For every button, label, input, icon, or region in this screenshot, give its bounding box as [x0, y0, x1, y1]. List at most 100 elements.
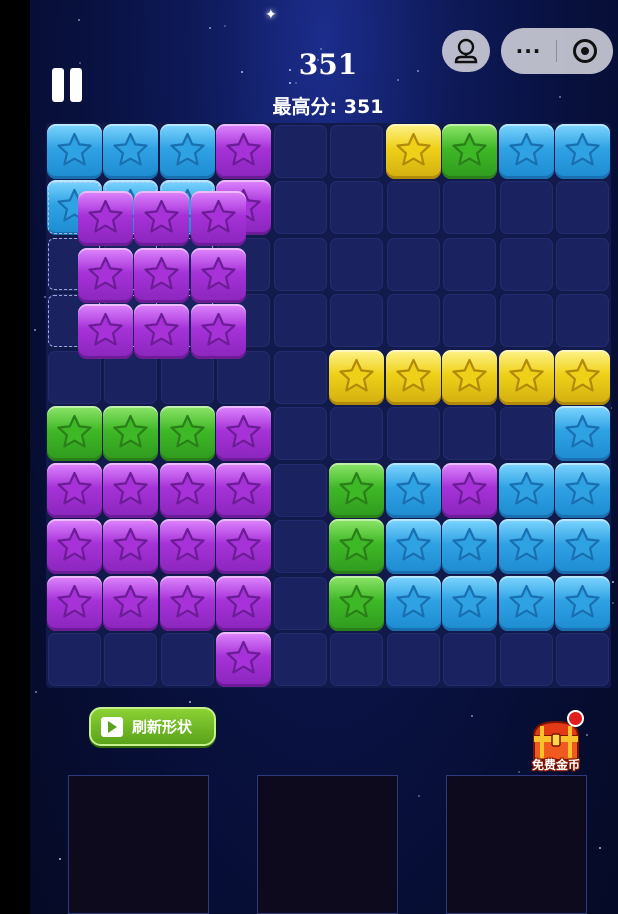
block-blue[interactable]: [555, 123, 610, 179]
board-cell-empty[interactable]: [273, 124, 327, 178]
board-cell-empty[interactable]: [273, 350, 327, 404]
block-blue[interactable]: [498, 575, 554, 631]
board-cell-empty[interactable]: [386, 294, 440, 347]
board-cell-empty[interactable]: [443, 237, 496, 291]
more-dots-icon[interactable]: ···: [501, 28, 556, 74]
block-purple[interactable]: [216, 575, 271, 631]
game-board[interactable]: [46, 123, 611, 688]
dragging-piece-block[interactable]: [77, 247, 133, 303]
pause-icon[interactable]: [52, 68, 84, 104]
board-cell-empty[interactable]: [556, 294, 609, 347]
dragging-piece-block[interactable]: [134, 304, 189, 359]
dragging-piece-block[interactable]: [190, 304, 246, 359]
block-yellow[interactable]: [498, 349, 554, 405]
dragging-piece-block[interactable]: [134, 191, 189, 246]
dragging-piece-block[interactable]: [77, 304, 133, 359]
board-cell-empty[interactable]: [273, 520, 327, 573]
block-purple[interactable]: [442, 462, 497, 518]
board-cell-empty[interactable]: [556, 237, 609, 291]
gamepad-button[interactable]: [442, 30, 490, 72]
block-green[interactable]: [329, 575, 384, 631]
block-purple[interactable]: [159, 462, 215, 518]
board-cell-empty[interactable]: [386, 407, 440, 460]
block-blue[interactable]: [159, 123, 215, 179]
board-cell-empty[interactable]: [443, 294, 496, 347]
board-cell-empty[interactable]: [556, 633, 609, 686]
block-purple[interactable]: [216, 632, 271, 687]
board-cell-empty[interactable]: [386, 181, 440, 234]
board-cell-empty[interactable]: [499, 294, 553, 347]
block-green[interactable]: [329, 462, 384, 518]
block-blue[interactable]: [555, 575, 610, 631]
board-cell-empty[interactable]: [443, 181, 496, 234]
board-cell-empty[interactable]: [273, 294, 327, 347]
block-green[interactable]: [329, 519, 384, 574]
piece-slot-3[interactable]: [446, 775, 587, 914]
block-green[interactable]: [159, 406, 215, 461]
refresh-shape-button[interactable]: 刷新形状: [89, 707, 216, 746]
board-cell-empty[interactable]: [330, 237, 383, 291]
board-cell-empty[interactable]: [443, 633, 496, 686]
board-cell-empty[interactable]: [499, 633, 553, 686]
block-purple[interactable]: [216, 462, 271, 518]
close-button[interactable]: [557, 28, 613, 74]
board-cell-empty[interactable]: [330, 124, 383, 178]
board-cell-empty[interactable]: [330, 633, 383, 686]
board-cell-empty[interactable]: [499, 237, 553, 291]
block-blue[interactable]: [46, 123, 102, 179]
block-purple[interactable]: [46, 462, 102, 518]
piece-slot-2[interactable]: [257, 775, 398, 914]
block-blue[interactable]: [498, 462, 554, 518]
board-cell-empty[interactable]: [47, 633, 101, 686]
board-cell-empty[interactable]: [273, 633, 327, 686]
block-purple[interactable]: [216, 406, 271, 461]
block-purple[interactable]: [103, 575, 158, 631]
block-green[interactable]: [46, 406, 102, 461]
board-cell-empty[interactable]: [443, 407, 496, 460]
block-blue[interactable]: [442, 519, 497, 574]
dragging-piece-block[interactable]: [190, 191, 246, 246]
block-green[interactable]: [442, 123, 497, 179]
block-purple[interactable]: [46, 575, 102, 631]
block-blue[interactable]: [385, 575, 441, 631]
block-blue[interactable]: [555, 406, 610, 461]
block-yellow[interactable]: [442, 349, 497, 405]
block-yellow[interactable]: [555, 349, 610, 405]
block-purple[interactable]: [216, 123, 271, 179]
block-purple[interactable]: [46, 519, 102, 574]
block-purple[interactable]: [159, 519, 215, 574]
block-yellow[interactable]: [385, 123, 441, 179]
board-cell-empty[interactable]: [273, 576, 327, 630]
block-blue[interactable]: [498, 123, 554, 179]
block-blue[interactable]: [385, 462, 441, 518]
block-blue[interactable]: [385, 519, 441, 574]
block-blue[interactable]: [103, 123, 158, 179]
board-cell-empty[interactable]: [386, 633, 440, 686]
board-cell-empty[interactable]: [273, 407, 327, 460]
board-cell-empty[interactable]: [160, 633, 214, 686]
block-purple[interactable]: [159, 575, 215, 631]
board-cell-empty[interactable]: [499, 181, 553, 234]
block-green[interactable]: [103, 406, 158, 461]
dragging-piece-block[interactable]: [134, 247, 189, 303]
board-cell-empty[interactable]: [386, 237, 440, 291]
block-blue[interactable]: [555, 462, 610, 518]
board-cell-empty[interactable]: [273, 237, 327, 291]
block-purple[interactable]: [103, 519, 158, 574]
board-cell-empty[interactable]: [273, 463, 327, 517]
block-blue[interactable]: [498, 519, 554, 574]
block-purple[interactable]: [216, 519, 271, 574]
piece-slot-1[interactable]: [68, 775, 209, 914]
board-cell-empty[interactable]: [330, 407, 383, 460]
block-yellow[interactable]: [385, 349, 441, 405]
board-cell-empty[interactable]: [104, 633, 157, 686]
block-blue[interactable]: [442, 575, 497, 631]
dragging-piece-block[interactable]: [77, 191, 133, 246]
board-cell-empty[interactable]: [330, 181, 383, 234]
board-cell-empty[interactable]: [273, 181, 327, 234]
block-blue[interactable]: [555, 519, 610, 574]
block-yellow[interactable]: [329, 349, 384, 405]
dragging-piece-block[interactable]: [190, 247, 246, 303]
board-cell-empty[interactable]: [499, 407, 553, 460]
board-cell-empty[interactable]: [330, 294, 383, 347]
